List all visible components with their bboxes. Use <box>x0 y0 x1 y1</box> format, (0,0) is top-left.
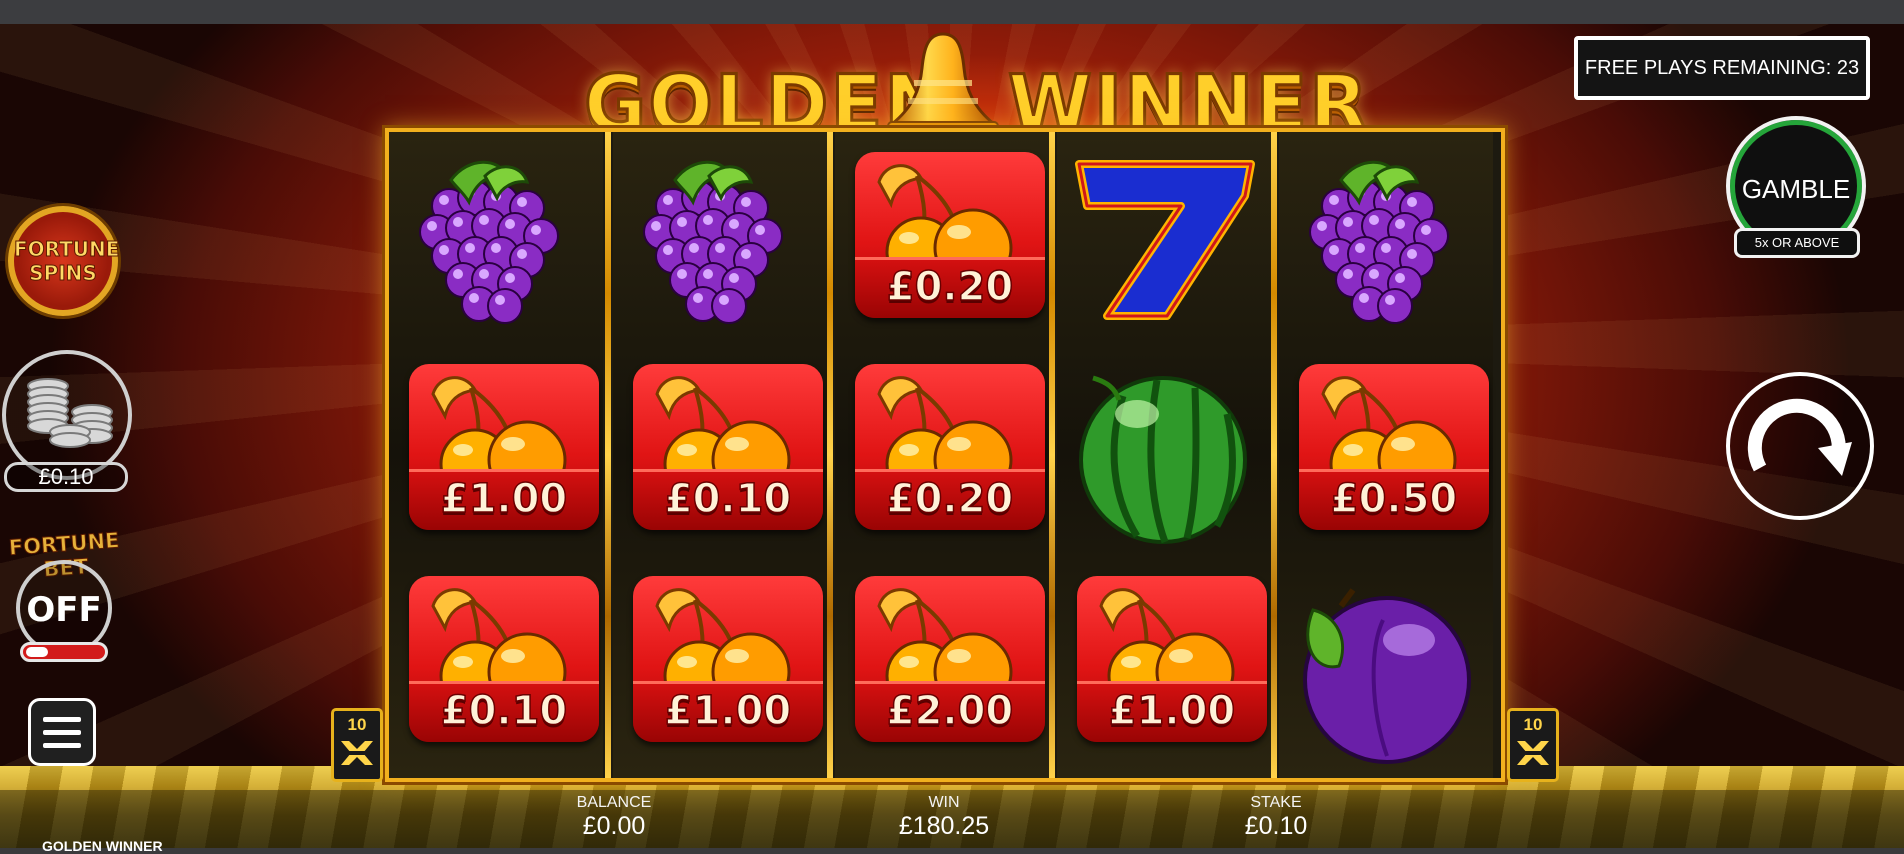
hamburger-line <box>43 730 81 735</box>
coin-value-display[interactable]: £0.10 <box>4 462 128 492</box>
cherry-value-tile: £1.00 <box>633 576 823 742</box>
coin-stack-icon <box>27 378 113 448</box>
balance-value: £0.00 <box>582 812 646 840</box>
reel-divider <box>1049 132 1055 778</box>
fortune-spins-button[interactable]: FORTUNE SPINS <box>8 206 120 316</box>
spin-arrow-icon <box>1747 398 1852 476</box>
multiplier-left-value: 10 <box>347 715 367 734</box>
win-label: WIN <box>928 794 960 811</box>
cherry-value: £1.00 <box>664 687 792 735</box>
game-name-strip: GOLDEN WINNER <box>42 838 163 854</box>
cherry-value: £0.20 <box>886 475 1014 523</box>
cherry-value-tile: £1.00 <box>1077 576 1267 742</box>
cherry-value: £0.10 <box>664 475 792 523</box>
cherry-value-tile: £0.10 <box>409 576 599 742</box>
multiplier-x-icon <box>339 741 375 765</box>
free-plays-remaining: FREE PLAYS REMAINING: 23 <box>1574 36 1870 100</box>
cherry-value: £0.50 <box>1330 475 1458 523</box>
cherry-value-tile: £0.20 <box>855 364 1045 530</box>
stake-value: £0.10 <box>1244 812 1308 840</box>
multiplier-right-value: 10 <box>1523 715 1543 734</box>
fortune-spins-line1: FORTUNE <box>14 237 120 261</box>
cherry-value: £1.00 <box>1108 687 1236 735</box>
symbol-grapes <box>613 136 827 346</box>
multiplier-x-icon <box>1515 741 1551 765</box>
gamble-condition: 5x OR ABOVE <box>1734 228 1860 258</box>
multiplier-badge-left: 10 <box>331 708 383 782</box>
menu-button[interactable] <box>28 698 96 766</box>
cherry-value-tile: £0.10 <box>633 364 823 530</box>
symbol-cherry: £0.20 <box>835 348 1049 558</box>
cherry-value-tile: £2.00 <box>855 576 1045 742</box>
reel-divider <box>1271 132 1277 778</box>
symbol-plum <box>1279 560 1493 770</box>
cherry-value: £0.10 <box>440 687 568 735</box>
cherry-value: £2.00 <box>886 687 1014 735</box>
symbol-grapes <box>1279 136 1493 346</box>
stake-label: STAKE <box>1250 794 1302 811</box>
cherry-value-tile: £0.20 <box>855 152 1045 318</box>
symbol-cherry: £0.10 <box>389 560 603 770</box>
symbol-cherry: £1.00 <box>389 348 603 558</box>
coin-value-button[interactable] <box>2 350 132 480</box>
multiplier-badge-right: 10 <box>1507 708 1559 782</box>
cherry-value-tile: £0.50 <box>1299 364 1489 530</box>
reel-divider <box>827 132 833 778</box>
symbol-grapes <box>389 136 603 346</box>
gamble-label: GAMBLE <box>1741 174 1851 204</box>
fortune-spins-line2: SPINS <box>29 261 98 285</box>
symbol-seven <box>1057 136 1271 346</box>
win-display: WIN £180.25 <box>874 794 1014 840</box>
stake-display: STAKE £0.10 <box>1206 794 1346 840</box>
reel-grid: £1.00 £0.10 £0.10 £1.00 £0.20 £0.20 £2.0… <box>385 128 1505 782</box>
reel-divider <box>605 132 611 778</box>
spin-button[interactable] <box>1726 372 1874 520</box>
symbol-cherry: £0.10 <box>613 348 827 558</box>
symbol-cherry: £0.20 <box>835 136 1049 346</box>
fortune-bet-state: OFF <box>26 590 102 630</box>
symbol-cherry: £1.00 <box>1057 560 1271 770</box>
symbol-cherry: £1.00 <box>613 560 827 770</box>
symbol-cherry: £0.50 <box>1279 348 1493 558</box>
hamburger-line <box>43 717 81 722</box>
hamburger-line <box>43 743 81 748</box>
balance-label: BALANCE <box>576 794 652 811</box>
fortune-bet-toggle[interactable] <box>20 642 108 662</box>
symbol-watermelon <box>1057 348 1271 558</box>
cherry-value: £0.20 <box>886 263 1014 311</box>
cherry-value-tile: £1.00 <box>409 364 599 530</box>
win-value: £180.25 <box>898 812 990 840</box>
cherry-value: £1.00 <box>440 475 568 523</box>
top-bar <box>0 0 1904 24</box>
balance-display: BALANCE £0.00 <box>544 794 684 840</box>
symbol-cherry: £2.00 <box>835 560 1049 770</box>
toggle-knob <box>26 647 48 657</box>
